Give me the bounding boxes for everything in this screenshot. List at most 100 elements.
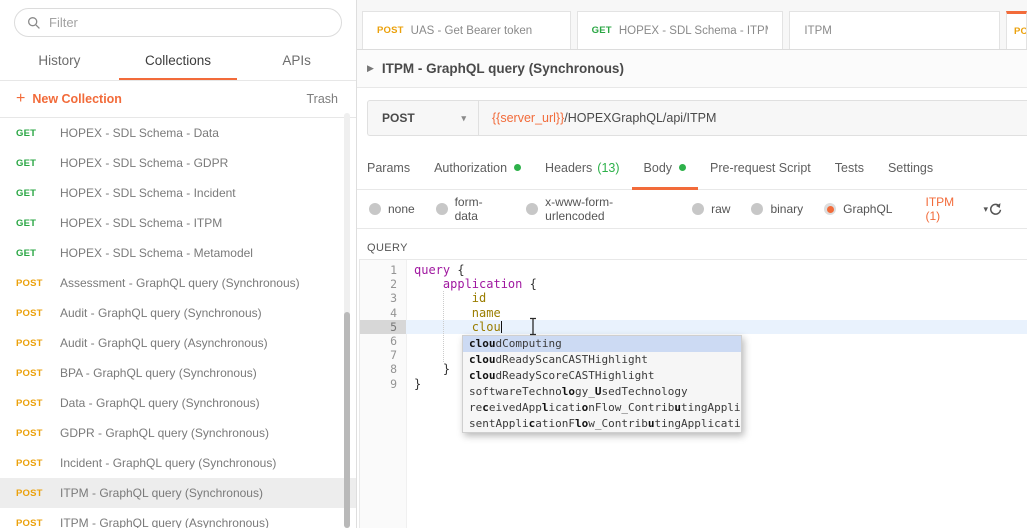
- request-label: ITPM - GraphQL query (Synchronous): [60, 486, 263, 500]
- autocomplete-text: sentAppli: [469, 417, 529, 430]
- method-badge: GET: [16, 218, 54, 229]
- body-mode-x-www-form-urlencoded[interactable]: x-www-form-urlencoded: [526, 195, 671, 223]
- sidebar-request-item[interactable]: GETHOPEX - SDL Schema - Incident: [0, 178, 356, 208]
- body-mode-raw[interactable]: raw: [692, 202, 730, 216]
- indent-guide: [443, 291, 444, 362]
- sidebar-request-item[interactable]: POSTData - GraphQL query (Synchronous): [0, 388, 356, 418]
- search-icon: [27, 16, 41, 30]
- sidebar-request-item[interactable]: GETHOPEX - SDL Schema - Data: [0, 118, 356, 148]
- sidebar-scrollbar[interactable]: [344, 113, 350, 528]
- code-token: {: [457, 263, 464, 277]
- autocomplete-text: dReadyScanCASTHighlight: [496, 353, 648, 366]
- url-variable: {{server_url}}: [492, 111, 564, 125]
- code-token: application: [443, 277, 530, 291]
- tab-headers[interactable]: Headers (13): [533, 148, 631, 190]
- request-tab-label: ITPM: [804, 25, 831, 37]
- sidebar-request-item[interactable]: POST ITPM - GraphQL query (Synchronous): [0, 478, 356, 508]
- autocomplete-text: eivedApp: [489, 401, 542, 414]
- request-label: HOPEX - SDL Schema - GDPR: [60, 156, 228, 170]
- radio-icon: [369, 203, 381, 215]
- sidebar-request-item[interactable]: POSTIncident - GraphQL query (Synchronou…: [0, 448, 356, 478]
- body-mode-form-data[interactable]: form-data: [436, 195, 506, 223]
- tab-label: Authorization: [434, 161, 507, 175]
- sidebar-request-item[interactable]: POSTAudit - GraphQL query (Synchronous): [0, 298, 356, 328]
- refresh-schema-button[interactable]: [988, 202, 1003, 217]
- autocomplete-item[interactable]: cloudComputing: [463, 336, 741, 352]
- body-mode-none[interactable]: none: [369, 202, 415, 216]
- sidebar-actions: + New Collection Trash: [0, 81, 356, 118]
- tab-params[interactable]: Params: [367, 148, 422, 190]
- request-tab[interactable]: GETHOPEX - SDL Schema - ITPM: [577, 11, 784, 49]
- autocomplete-item[interactable]: sentApplicationFlow_ContributingApplicat…: [463, 416, 741, 432]
- text-caret: [501, 321, 503, 333]
- request-tab-active[interactable]: POST: [1006, 11, 1027, 49]
- radio-icon: [692, 203, 704, 215]
- autocomplete-text: nFlow_Contrib: [588, 401, 674, 414]
- sidebar-request-item[interactable]: POSTGDPR - GraphQL query (Synchronous): [0, 418, 356, 448]
- code-line[interactable]: application {: [406, 277, 1027, 291]
- sidebar-request-item[interactable]: POSTAudit - GraphQL query (Asynchronous): [0, 328, 356, 358]
- tab-pre-request-script[interactable]: Pre-request Script: [698, 148, 823, 190]
- line-number: 5: [360, 320, 406, 334]
- editor-line: 3 id: [360, 291, 1027, 305]
- tab-body[interactable]: Body: [632, 148, 699, 190]
- sidebar-request-item[interactable]: GETHOPEX - SDL Schema - ITPM: [0, 208, 356, 238]
- filter-input[interactable]: [49, 15, 331, 30]
- code-token: id: [472, 291, 486, 305]
- line-number: 6: [360, 334, 406, 348]
- url-box: POST ▾ {{server_url}}/HOPEXGraphQL/api/I…: [367, 100, 1027, 136]
- code-line[interactable]: name: [406, 306, 1027, 320]
- autocomplete-item[interactable]: cloudReadyScoreCASTHighlight: [463, 368, 741, 384]
- method-badge: POST: [16, 278, 54, 289]
- request-title-row: ▶ ITPM - GraphQL query (Synchronous): [357, 50, 1027, 88]
- url-row: POST ▾ {{server_url}}/HOPEXGraphQL/api/I…: [357, 88, 1027, 148]
- tab-label: Headers: [545, 161, 592, 175]
- autocomplete-text: c: [482, 401, 489, 414]
- sidebar-request-item[interactable]: GET HOPEX - SDL Schema - GDPR: [0, 148, 356, 178]
- method-badge: GET: [16, 158, 54, 169]
- code-line[interactable]: query {: [406, 263, 1027, 277]
- sidebar-scrollbar-thumb[interactable]: [344, 312, 350, 528]
- code-token: [414, 277, 443, 291]
- code-line[interactable]: clou: [406, 320, 1027, 334]
- sidebar-request-item[interactable]: POSTITPM - GraphQL query (Asynchronous): [0, 508, 356, 528]
- trash-button[interactable]: Trash: [307, 92, 339, 106]
- tab-settings[interactable]: Settings: [876, 148, 945, 190]
- editor-line: 1query {: [360, 263, 1027, 277]
- tab-tests[interactable]: Tests: [823, 148, 876, 190]
- code-token: name: [472, 306, 501, 320]
- method-badge: POST: [16, 458, 54, 469]
- method-badge: POST: [16, 488, 54, 499]
- new-collection-button[interactable]: + New Collection: [16, 91, 122, 108]
- sidebar-request-item[interactable]: GETHOPEX - SDL Schema - Metamodel: [0, 238, 356, 268]
- body-mode-binary[interactable]: binary: [751, 202, 803, 216]
- tab-authorization[interactable]: Authorization: [422, 148, 533, 190]
- tab-label: Params: [367, 161, 410, 175]
- sidebar-tab-collections[interactable]: Collections: [119, 43, 238, 80]
- plus-icon: +: [16, 90, 25, 108]
- filter-box[interactable]: [14, 8, 342, 37]
- sidebar-tab-apis[interactable]: APIs: [237, 43, 356, 80]
- url-path: /HOPEXGraphQL/api/ITPM: [564, 111, 716, 125]
- method-dropdown[interactable]: POST ▾: [368, 101, 478, 135]
- autocomplete-dropdown: cloudComputingcloudReadyScanCASTHighligh…: [462, 335, 742, 433]
- request-tab[interactable]: ITPM: [789, 11, 1000, 49]
- request-tab-label: HOPEX - SDL Schema - ITPM: [619, 25, 769, 37]
- code-line[interactable]: id: [406, 291, 1027, 305]
- body-mode-label: x-www-form-urlencoded: [545, 195, 671, 223]
- headers-count: (13): [597, 161, 619, 175]
- sidebar-request-item[interactable]: POSTAssessment - GraphQL query (Synchron…: [0, 268, 356, 298]
- autocomplete-item[interactable]: receivedApplicationFlow_ContributingAppl…: [463, 400, 741, 416]
- graphql-schema-dropdown[interactable]: ITPM (1) ▾: [925, 195, 988, 223]
- url-input[interactable]: {{server_url}}/HOPEXGraphQL/api/ITPM: [479, 111, 716, 125]
- body-mode-GraphQL[interactable]: GraphQL: [824, 202, 892, 216]
- autocomplete-item[interactable]: softwareTechnology_UsedTechnology: [463, 384, 741, 400]
- autocomplete-item[interactable]: cloudReadyScanCASTHighlight: [463, 352, 741, 368]
- sidebar-request-item[interactable]: POSTBPA - GraphQL query (Synchronous): [0, 358, 356, 388]
- collapse-caret-icon[interactable]: ▶: [367, 63, 374, 74]
- body-mode-label: form-data: [455, 195, 506, 223]
- sidebar-tab-history[interactable]: History: [0, 43, 119, 80]
- radio-icon: [526, 203, 538, 215]
- graphql-query-editor[interactable]: 1query {2 application {3 id4 name5 clou6…: [359, 259, 1027, 528]
- request-tab[interactable]: POSTUAS - Get Bearer token: [362, 11, 571, 49]
